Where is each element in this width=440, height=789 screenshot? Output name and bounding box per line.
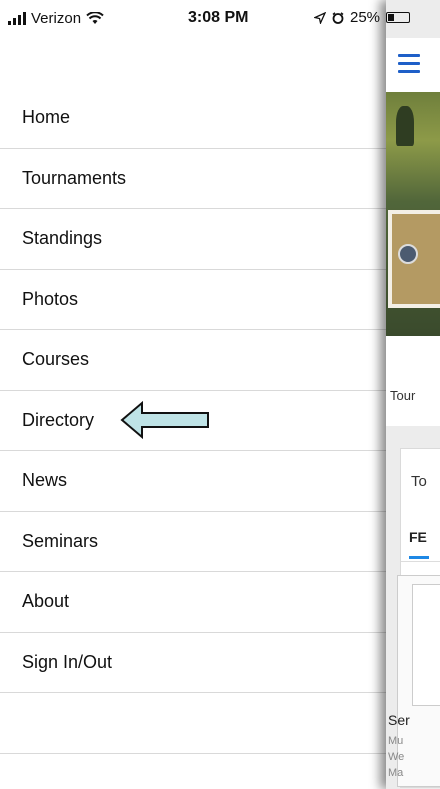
menu-item-news[interactable]: News <box>0 451 386 512</box>
menu-item-label: Sign In/Out <box>22 651 113 672</box>
card-title: To <box>411 473 427 490</box>
menu-item-label: Standings <box>22 228 103 249</box>
wifi-icon <box>86 12 104 24</box>
menu-item-label: About <box>22 591 70 612</box>
battery-icon <box>386 12 411 23</box>
event-detail-line: Ma <box>388 767 404 779</box>
clock: 3:08 PM <box>188 9 249 26</box>
hero-badge-card <box>388 210 440 308</box>
menu-item-photos[interactable]: Photos <box>0 270 386 330</box>
menu-item-standings[interactable]: Standings <box>0 209 386 270</box>
event-thumbnail <box>412 584 440 706</box>
carrier-group: Verizon <box>8 10 104 27</box>
side-menu: Home Tournaments Standings Photos Course… <box>0 88 386 754</box>
menu-item-label: Seminars <box>22 530 99 551</box>
app-section-white <box>386 336 440 426</box>
signal-icon <box>8 12 26 25</box>
menu-divider <box>0 693 386 754</box>
menu-item-label: Photos <box>22 288 79 309</box>
menu-item-courses[interactable]: Courses <box>0 330 386 391</box>
battery-percent: 25% <box>350 9 381 26</box>
pga-seal-icon <box>398 244 418 264</box>
menu-item-directory[interactable]: Directory <box>0 391 386 451</box>
carrier-label: Verizon <box>31 10 82 27</box>
event-detail-line: We <box>388 751 405 763</box>
status-right-group: 25% <box>314 9 411 26</box>
alarm-icon <box>332 11 344 24</box>
event-detail-line: Mu <box>388 735 404 747</box>
event-details: Mu We Ma <box>388 733 404 781</box>
tab-indicator <box>409 556 429 559</box>
menu-item-label: Tournaments <box>22 167 127 188</box>
menu-item-tournaments[interactable]: Tournaments <box>0 149 386 209</box>
tour-label: Tour <box>390 388 416 403</box>
menu-item-label: Courses <box>22 349 90 370</box>
status-bar: Verizon 3:08 PM 25% <box>0 0 440 38</box>
tournament-card[interactable]: To FE <box>397 448 440 788</box>
menu-item-label: Directory <box>22 409 95 430</box>
app-header <box>386 38 440 92</box>
hero-image <box>386 92 440 336</box>
menu-item-home[interactable]: Home <box>0 88 386 149</box>
left-arrow-annotation-icon <box>120 400 212 440</box>
event-title: Ser <box>388 712 410 728</box>
menu-item-label: Home <box>22 107 71 128</box>
location-arrow-icon <box>314 11 326 24</box>
tree-shape <box>396 106 414 146</box>
menu-item-label: News <box>22 470 68 491</box>
hamburger-menu-icon[interactable] <box>398 54 420 78</box>
menu-item-seminars[interactable]: Seminars <box>0 512 386 572</box>
tab-fe[interactable]: FE <box>409 529 427 545</box>
card-divider <box>401 561 440 562</box>
menu-item-about[interactable]: About <box>0 572 386 633</box>
menu-item-sign-in-out[interactable]: Sign In/Out <box>0 633 386 693</box>
